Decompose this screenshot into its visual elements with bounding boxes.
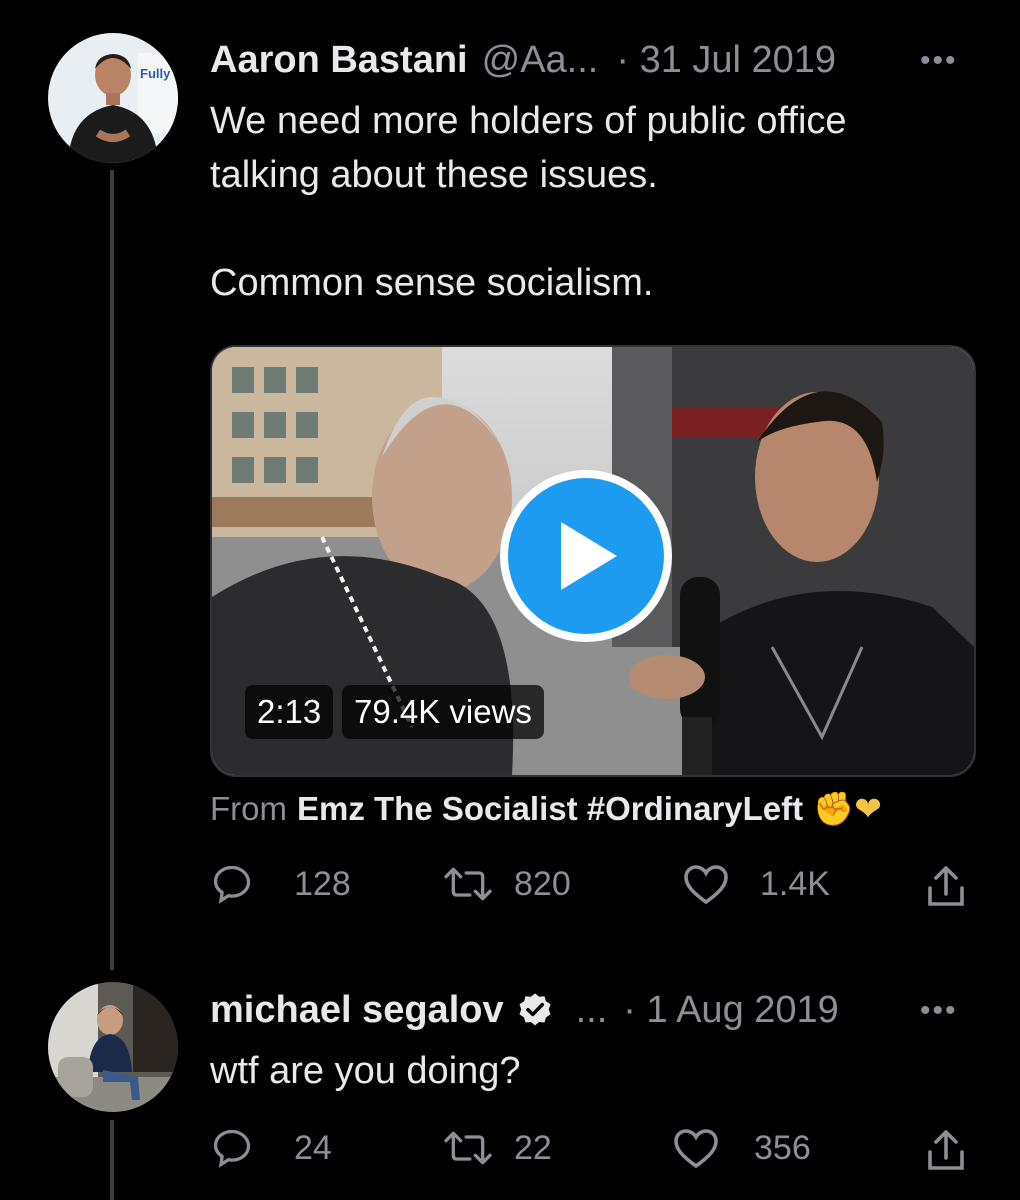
author-name[interactable]: Aaron Bastani: [210, 38, 468, 82]
tweet-date[interactable]: · 1 Aug 2019: [623, 988, 839, 1032]
share-button[interactable]: [924, 1126, 968, 1174]
retweet-icon: [444, 1131, 492, 1165]
video-source-attribution: From Emz The Socialist #OrdinaryLeft ✊❤: [210, 788, 882, 830]
reply-count: 128: [294, 864, 351, 903]
tweet-header: Aaron Bastani @Aa... · 31 Jul 2019: [210, 38, 836, 82]
share-icon: [928, 1130, 964, 1170]
share-icon: [928, 866, 964, 906]
reply-button[interactable]: 24: [210, 1126, 332, 1170]
avatar[interactable]: [48, 982, 178, 1112]
play-button[interactable]: [500, 470, 672, 642]
thread-line: [110, 170, 114, 970]
more-icon[interactable]: •••: [920, 44, 958, 78]
like-icon: [674, 1129, 718, 1169]
avatar-sign-text: Fully: [140, 66, 171, 81]
verified-badge-icon: [516, 991, 554, 1029]
tweet-date[interactable]: · 31 Jul 2019: [616, 38, 836, 82]
tweet-text-line: [210, 202, 847, 256]
author-handle[interactable]: @Aa...: [482, 38, 599, 82]
tweet-text: We need more holders of public office ta…: [210, 94, 847, 310]
from-emoji: ✊❤: [813, 790, 882, 827]
reply-icon: [213, 865, 251, 904]
from-prefix: From: [210, 790, 287, 827]
author-name[interactable]: michael segalov: [210, 988, 504, 1032]
tweet-text: wtf are you doing?: [210, 1050, 521, 1092]
like-count: 356: [754, 1128, 811, 1167]
tweet-text-line: We need more holders of public office: [210, 100, 847, 142]
share-button[interactable]: [924, 862, 968, 910]
retweet-icon: [444, 867, 492, 901]
retweet-count: 22: [514, 1128, 552, 1167]
video-duration-badge: 2:13: [245, 685, 334, 739]
more-icon[interactable]: •••: [920, 994, 958, 1028]
tweet-actions: 128 820 1.4K: [210, 862, 980, 922]
tweet-header: michael segalov ... · 1 Aug 2019: [210, 988, 839, 1032]
avatar[interactable]: Fully: [48, 33, 178, 163]
thread-line-bottom: [110, 1120, 114, 1200]
play-icon: [561, 522, 617, 590]
tweet-text-line: talking about these issues.: [210, 154, 658, 196]
retweet-button[interactable]: 22: [442, 1126, 552, 1170]
tweet-actions: 24 22 356: [210, 1126, 980, 1186]
like-icon: [684, 865, 728, 905]
tweet-text-line: Common sense socialism.: [210, 262, 654, 304]
reply-icon: [213, 1129, 251, 1168]
like-count: 1.4K: [760, 864, 830, 903]
from-source-link[interactable]: Emz The Socialist #OrdinaryLeft: [297, 788, 803, 830]
retweet-button[interactable]: 820: [442, 862, 571, 906]
author-handle[interactable]: ...: [576, 988, 608, 1032]
reply-button[interactable]: 128: [210, 862, 351, 906]
like-button[interactable]: 1.4K: [682, 862, 830, 906]
retweet-count: 820: [514, 864, 571, 903]
like-button[interactable]: 356: [672, 1126, 811, 1170]
video-views-badge: 79.4K views: [342, 685, 544, 739]
reply-count: 24: [294, 1128, 332, 1167]
